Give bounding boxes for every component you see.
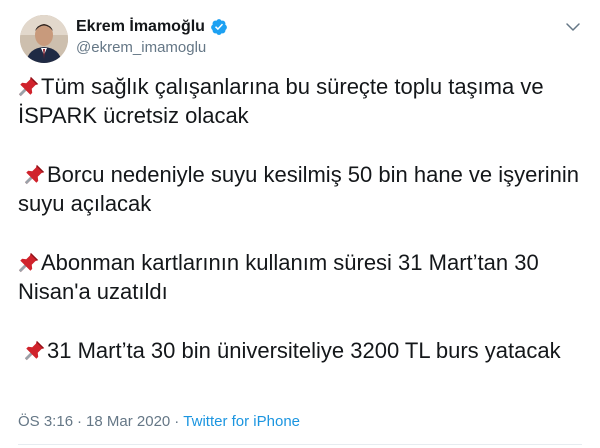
tweet-time[interactable]: ÖS 3:16 (18, 413, 73, 430)
tweet-paragraph-text: Abonman kartlarının kullanım süresi 31 M… (18, 250, 539, 304)
tweet-date[interactable]: 18 Mar 2020 (86, 413, 170, 430)
tweet-source-link[interactable]: Twitter for iPhone (183, 413, 300, 430)
chevron-down-icon[interactable] (564, 18, 582, 36)
pushpin-icon (18, 75, 40, 97)
meta-separator: · (174, 413, 180, 430)
tweet-paragraph: Borcu nedeniyle suyu kesilmiş 50 bin han… (18, 160, 588, 218)
tweet-paragraph-text: Borcu nedeniyle suyu kesilmiş 50 bin han… (18, 162, 579, 216)
pushpin-icon (18, 251, 40, 273)
author-display-name[interactable]: Ekrem İmamoğlu (76, 18, 205, 36)
tweet-paragraph-text: 31 Mart’ta 30 bin üniversiteliye 3200 TL… (47, 338, 561, 363)
author-handle[interactable]: @ekrem_imamoglu (76, 39, 206, 56)
avatar[interactable] (20, 15, 68, 63)
author-name-row[interactable]: Ekrem İmamoğlu (76, 18, 228, 36)
pushpin-icon (24, 163, 46, 185)
tweet-paragraph: Abonman kartlarının kullanım süresi 31 M… (18, 248, 588, 306)
tweet-paragraph-text: Tüm sağlık çalışanlarına bu süreçte topl… (18, 74, 544, 128)
tweet-paragraph: 31 Mart’ta 30 bin üniversiteliye 3200 TL… (18, 336, 588, 365)
tweet-text: Tüm sağlık çalışanlarına bu süreçte topl… (18, 72, 588, 365)
divider (18, 444, 582, 445)
profile-photo-icon (20, 15, 68, 63)
verified-badge-icon (210, 18, 228, 36)
tweet-meta: ÖS 3:16 · 18 Mar 2020 · Twitter for iPho… (18, 413, 300, 430)
pushpin-icon (24, 339, 46, 361)
tweet-paragraph: Tüm sağlık çalışanlarına bu süreçte topl… (18, 72, 588, 130)
meta-separator: · (77, 413, 83, 430)
